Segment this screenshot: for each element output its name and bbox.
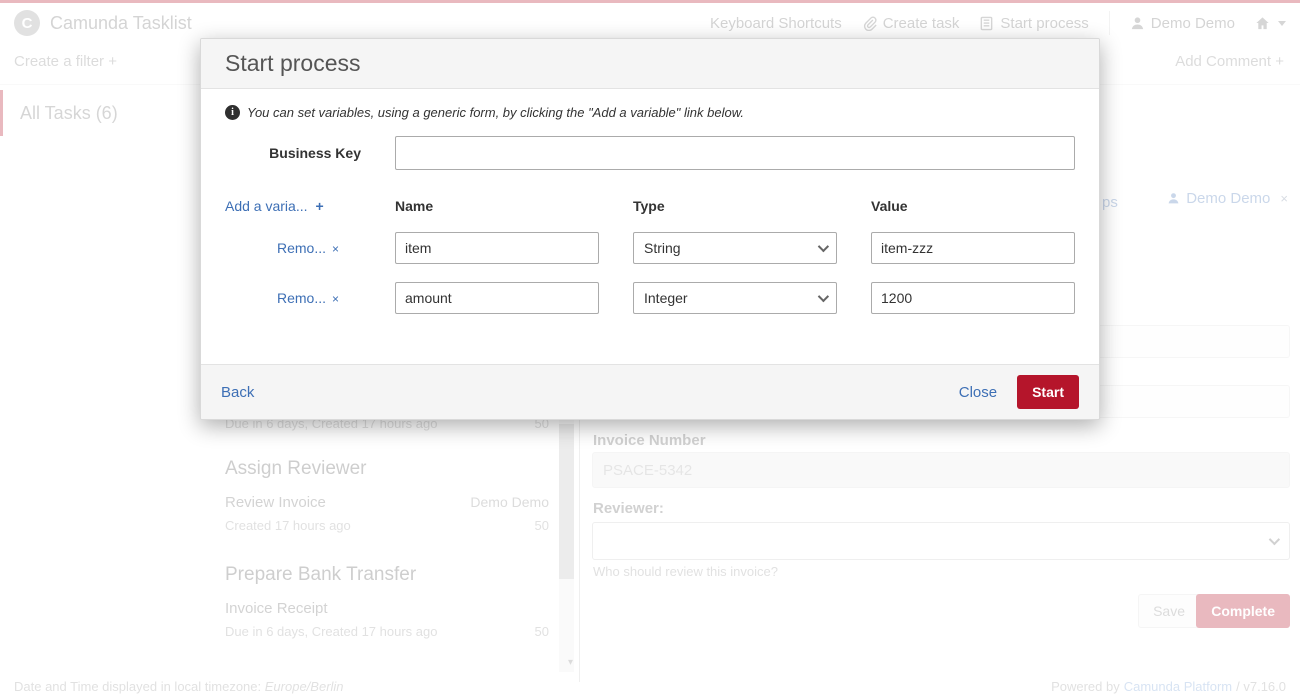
modal-footer: Back Close Start [201,364,1099,419]
remove-variable-link[interactable]: Remo... × [225,290,361,306]
variable-value-input[interactable] [871,282,1075,314]
column-header-type: Type [633,198,665,214]
business-key-label: Business Key [269,145,361,161]
variables-grid: Add a varia... + Name Type Value Remo... ×… [225,198,1075,314]
variable-type-value: String [644,240,681,256]
plus-icon: + [315,198,324,214]
chevron-down-icon [817,290,830,303]
chevron-down-icon [817,240,830,253]
back-link[interactable]: Back [221,384,254,401]
business-key-input[interactable] [395,136,1075,170]
start-button[interactable]: Start [1017,375,1079,409]
close-icon: × [331,292,339,306]
column-header-name: Name [395,198,434,214]
variable-type-select[interactable]: Integer [633,282,837,314]
variable-type-value: Integer [644,290,688,306]
close-icon: × [331,242,339,256]
camunda-tasklist-app: C Camunda Tasklist Keyboard Shortcuts Cr… [0,0,1300,700]
variable-name-input[interactable] [395,232,599,264]
add-variable-link[interactable]: Add a varia... + [225,198,361,214]
business-key-row: Business Key [225,136,1075,170]
info-text: You can set variables, using a generic f… [247,105,744,120]
close-link[interactable]: Close [959,384,997,401]
modal-header: Start process [201,39,1099,89]
info-icon: i [225,105,240,120]
start-process-modal: Start process i You can set variables, u… [200,38,1100,420]
column-header-value: Value [871,198,908,214]
add-variable-label: Add a varia... [225,198,308,214]
modal-title: Start process [225,50,361,76]
variable-name-input[interactable] [395,282,599,314]
modal-body: i You can set variables, using a generic… [201,89,1099,364]
remove-variable-link[interactable]: Remo... × [225,240,361,256]
remove-label: Remo... [276,290,326,306]
info-row: i You can set variables, using a generic… [225,105,1075,120]
variable-type-select[interactable]: String [633,232,837,264]
remove-label: Remo... [276,240,326,256]
variable-value-input[interactable] [871,232,1075,264]
